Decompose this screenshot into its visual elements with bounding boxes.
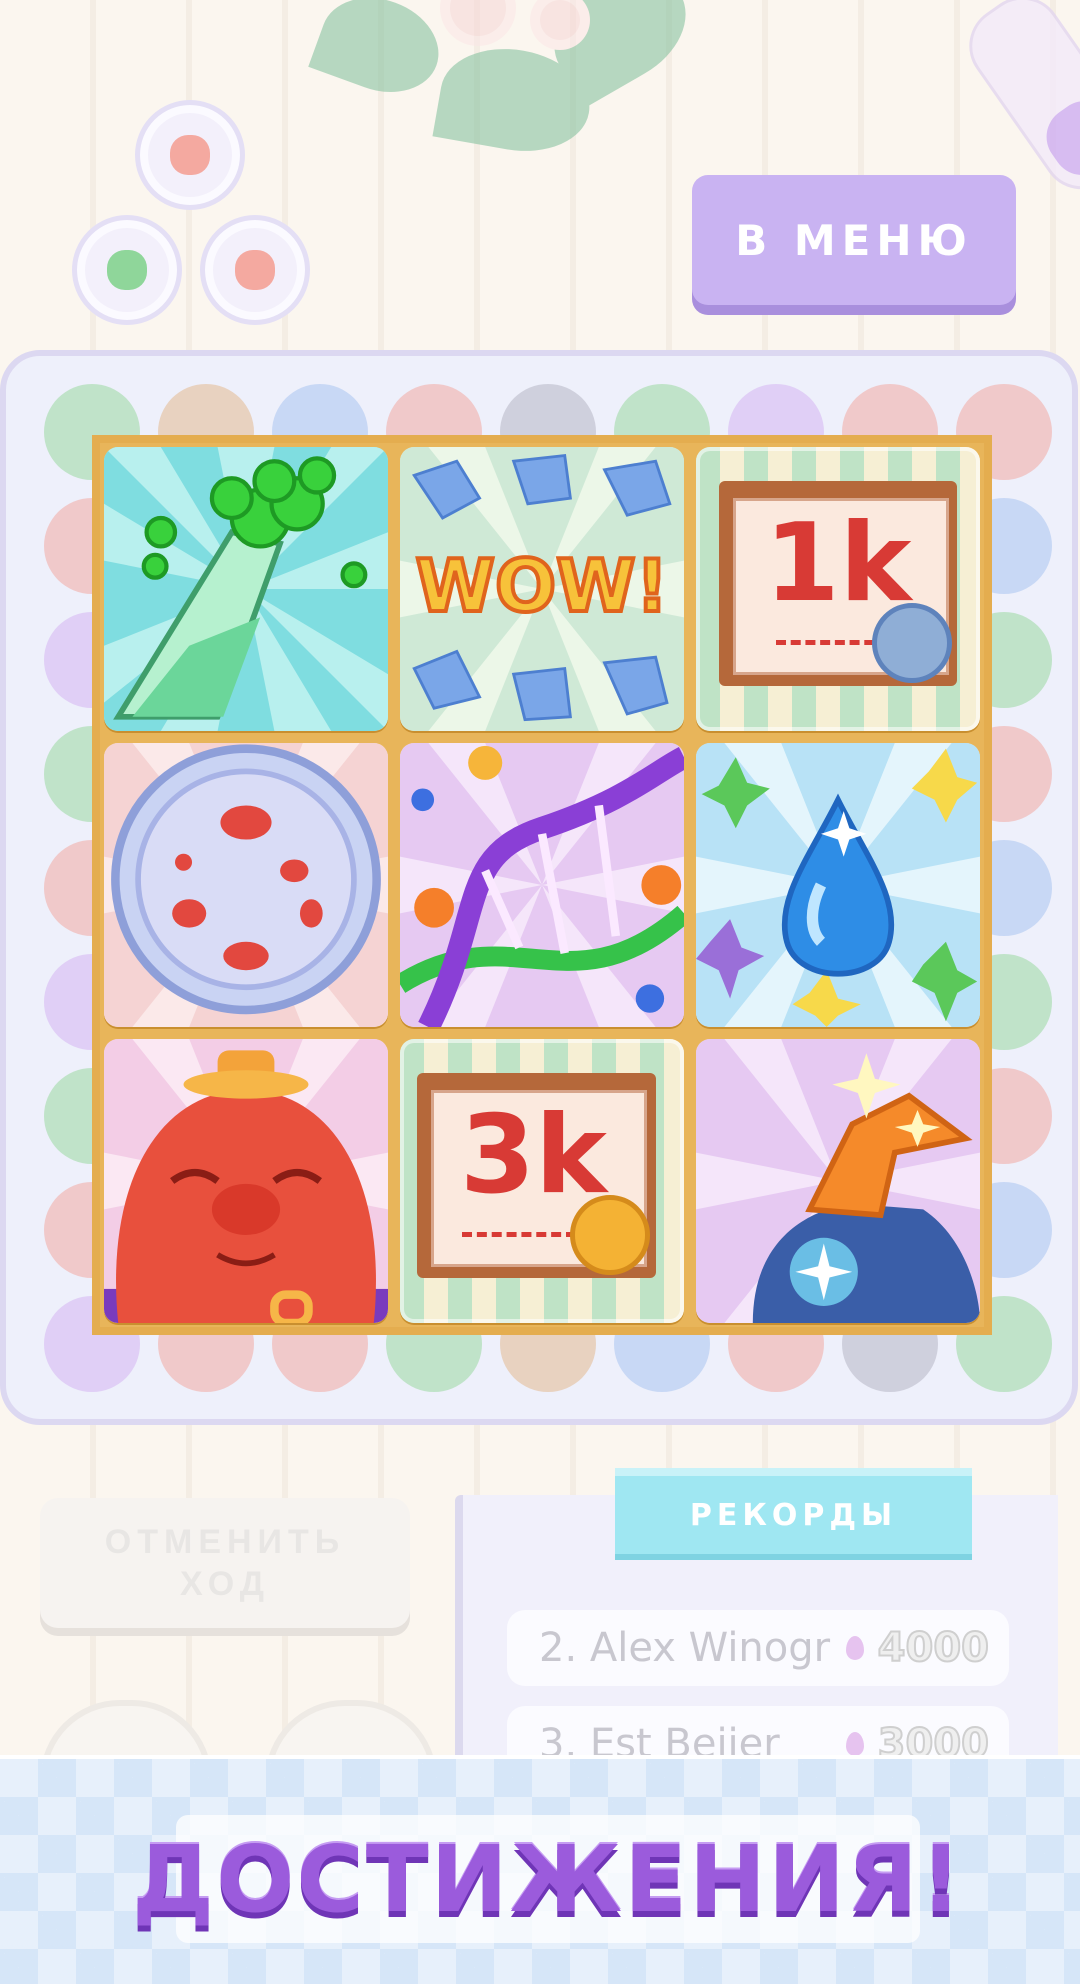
plant-decoration (300, 0, 720, 170)
achievement-tile-green-flask[interactable] (104, 447, 388, 731)
ribbon-seal-icon (872, 603, 953, 684)
potion-icon (845, 1732, 864, 1756)
score-1k-label: 1k (764, 500, 912, 626)
green-flask-icon (113, 456, 368, 720)
undo-move-button[interactable]: ОТМЕНИТЬ ХОД (40, 1498, 410, 1628)
petri-dish-icon (72, 215, 182, 325)
achievement-tile-1k[interactable]: 1k (696, 447, 980, 731)
menu-button[interactable]: В МЕНЮ (692, 175, 1016, 305)
achievements-title: ДОСТИЖЕНИЯ! (132, 1825, 964, 1933)
achievements-grid: WOW! 1k 3k (92, 435, 992, 1335)
record-score: 4000 (877, 1624, 990, 1672)
achievement-tile-petri-dish[interactable] (104, 743, 388, 1027)
achievement-tile-dna[interactable] (400, 743, 684, 1027)
achievement-tile-wow[interactable]: WOW! (400, 447, 684, 731)
spray-bottle-icon (752, 1053, 980, 1323)
petri-dish-icon (200, 215, 310, 325)
potion-icon (845, 1636, 864, 1660)
blob-creature-icon (104, 1050, 388, 1323)
achievement-tile-spray-bottle[interactable] (696, 1039, 980, 1323)
wow-label: WOW! (414, 542, 671, 630)
achievement-tile-water-drop[interactable] (696, 743, 980, 1027)
certificate-line (462, 1232, 577, 1238)
records-tab[interactable]: РЕКОРДЫ (615, 1468, 972, 1554)
achievement-tile-blob-creature[interactable] (104, 1039, 388, 1323)
dna-icon (400, 745, 684, 1027)
petri-dish-icon (111, 744, 381, 1015)
achievement-tile-3k[interactable]: 3k (400, 1039, 684, 1323)
record-name: 2. Alex Winogr (539, 1625, 831, 1671)
score-3k-label: 3k (459, 1092, 607, 1218)
record-row: 2. Alex Winogr 4000 (507, 1610, 1009, 1686)
water-drop-icon (781, 793, 895, 977)
petri-dish-icon (135, 100, 245, 210)
